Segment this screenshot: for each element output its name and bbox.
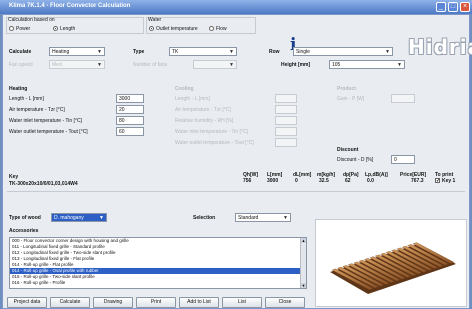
scrollbar[interactable]: ▲ ▼ — [300, 238, 306, 288]
heating-title: Heating — [9, 86, 28, 92]
chevron-down-icon: ▼ — [397, 62, 402, 68]
minimize-button[interactable]: _ — [436, 2, 446, 12]
cooling-outlet-temp-label: Water outlet temperature - Tout [°C] — [175, 140, 254, 146]
key-label: Key — [9, 174, 19, 180]
divider — [7, 191, 465, 192]
heating-outlet-temp-input[interactable]: 60 — [116, 127, 144, 136]
key-dp-value: 62 — [345, 178, 351, 184]
cooling-length-input[interactable] — [275, 94, 297, 103]
radio-power[interactable]: Power — [9, 26, 30, 32]
radio-flow[interactable]: Flow — [209, 26, 227, 32]
print-button[interactable]: Print — [136, 297, 176, 308]
add-to-list-button[interactable]: Add to List — [179, 297, 219, 308]
radio-dot — [9, 26, 14, 32]
checkmark-icon: ✓ — [435, 178, 441, 185]
radio-dot — [53, 26, 58, 32]
close-button[interactable]: Close — [265, 297, 305, 308]
scroll-up-icon[interactable]: ▲ — [301, 238, 306, 243]
drawing-button[interactable]: Drawing — [93, 297, 133, 308]
discount-title: Discount — [337, 147, 359, 153]
height-label: Height [mm] — [281, 62, 311, 68]
project-data-button[interactable]: Project data — [7, 297, 47, 308]
water-title: Water — [148, 17, 162, 23]
key-qh-value: 756 — [243, 178, 252, 184]
discount-input[interactable]: 0 — [391, 155, 415, 164]
fan-speed-label: Fan speed — [9, 62, 33, 68]
radio-dot — [209, 26, 214, 32]
chevron-down-icon: ▼ — [229, 49, 234, 55]
window-title: Klima 7K.1.4 - Floor Convector Calculati… — [9, 3, 131, 9]
selection-label: Selection — [193, 215, 216, 221]
cooling-length-label: Length - L [mm] — [175, 96, 210, 102]
type-label: Type — [133, 49, 145, 55]
radio-outlet-temperature[interactable]: Outlet temperature — [149, 26, 198, 32]
chevron-down-icon: ▼ — [97, 49, 102, 55]
row-select[interactable]: Single ▼ — [293, 47, 393, 56]
product-title: Product — [337, 86, 356, 92]
calculate-label: Calculate — [9, 49, 32, 55]
close-window-button[interactable]: × — [460, 2, 470, 12]
chevron-down-icon: ▼ — [97, 62, 102, 68]
key-value: TK-300x20x10/0/01,03,014W4 — [9, 181, 78, 187]
calculate-select[interactable]: Heating ▼ — [49, 47, 105, 56]
fan-speed-select[interactable]: Med. ▼ — [49, 60, 105, 69]
cooling-outlet-temp-input[interactable] — [275, 138, 297, 147]
number-of-fans-select[interactable]: ▼ — [193, 60, 237, 69]
key-dl-value: 0 — [295, 178, 298, 184]
cooling-humidity-input[interactable] — [275, 116, 297, 125]
cooling-air-temp-label: Air temperature - Tzr [°C] — [175, 107, 231, 113]
key-noise-value: 0.0 — [367, 178, 374, 184]
selection-select[interactable]: Standard ▼ — [235, 213, 291, 222]
number-of-fans-label: Number of fans — [133, 62, 168, 68]
brand-logo: Hidria — [408, 35, 472, 59]
height-select[interactable]: 105 ▼ — [329, 60, 405, 69]
cooling-humidity-label: Relative humidity - RH [%] — [175, 118, 234, 124]
heating-inlet-temp-label: Water inlet temperature - Tin [°C] — [9, 118, 82, 124]
calc-based-on-title: Calculation based on — [8, 17, 55, 23]
key-price-value: 767.3 — [411, 178, 424, 184]
to-print-checkbox[interactable]: ✓ Key 1 — [435, 178, 455, 184]
cooling-inlet-temp-label: Water inlet temperature - Tin [°C] — [175, 129, 248, 135]
chevron-down-icon: ▼ — [283, 215, 288, 221]
product-image — [315, 219, 467, 307]
heating-outlet-temp-label: Water outlet temperature - Tout [°C] — [9, 129, 88, 135]
type-select[interactable]: TK ▼ — [169, 47, 237, 56]
title-bar: Klima 7K.1.4 - Floor Convector Calculati… — [0, 0, 472, 14]
key-mass-flow-value: 32.5 — [319, 178, 329, 184]
chevron-down-icon: ▼ — [99, 215, 104, 221]
key-length-value: 3000 — [267, 178, 279, 184]
calculate-button[interactable]: Calculate — [50, 297, 90, 308]
chevron-down-icon: ▼ — [385, 49, 390, 55]
scroll-down-icon[interactable]: ▼ — [301, 283, 306, 288]
heating-inlet-temp-input[interactable]: 80 — [116, 116, 144, 125]
row-label: Row — [269, 49, 280, 55]
heating-length-label: Length - L [mm] — [9, 96, 44, 102]
list-button[interactable]: List — [222, 297, 262, 308]
discount-label: Discount - D [%] — [337, 157, 374, 163]
main-window: Calculation based on Power Length Water … — [2, 14, 472, 309]
list-item[interactable]: 016 - Roll-up grille - Profile — [10, 280, 306, 286]
cooling-inlet-temp-input[interactable] — [275, 127, 297, 136]
chevron-down-icon: ▼ — [229, 62, 234, 68]
cooling-title: Cooling — [175, 86, 194, 92]
product-gain-input[interactable] — [391, 94, 415, 103]
accessories-list[interactable]: 000 - Floor convector corner design with… — [9, 237, 307, 289]
floor-grille-image — [330, 242, 456, 294]
radio-dot — [149, 26, 154, 32]
type-of-wood-label: Type of wood — [9, 215, 41, 221]
maximize-button[interactable]: □ — [448, 2, 458, 12]
type-of-wood-select[interactable]: D. mahogany ▼ — [51, 213, 107, 222]
heating-length-input[interactable]: 3000 — [116, 94, 144, 103]
cooling-air-temp-input[interactable] — [275, 105, 297, 114]
heating-air-temp-label: Air temperature - Tzr [°C] — [9, 107, 65, 113]
accessories-title: Accessories — [9, 228, 39, 234]
product-gain-label: Gain - P [W] — [337, 96, 365, 102]
radio-length[interactable]: Length — [53, 26, 75, 32]
heating-air-temp-input[interactable]: 20 — [116, 105, 144, 114]
